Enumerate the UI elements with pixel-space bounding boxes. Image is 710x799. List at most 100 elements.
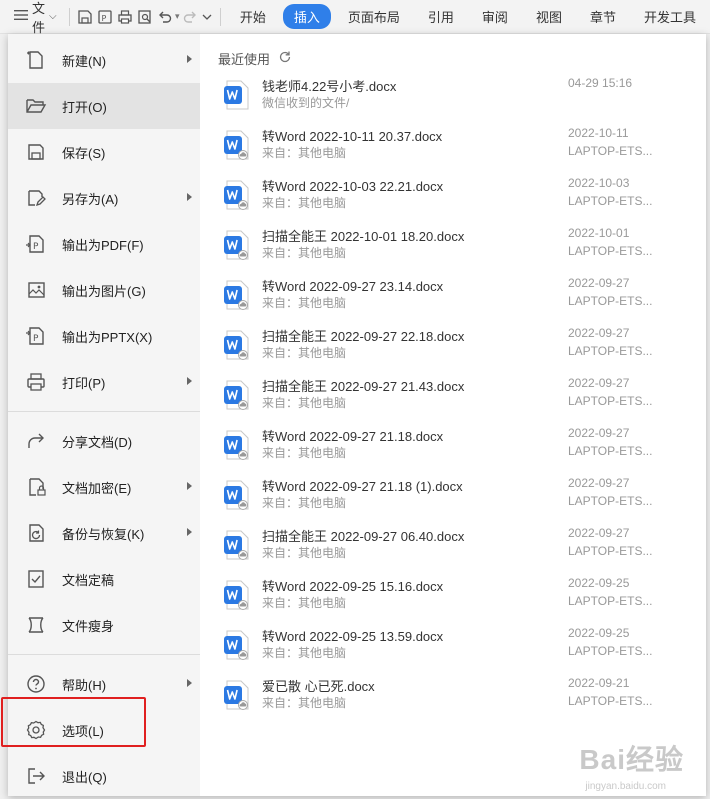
recent-file-row[interactable]: 扫描全能王 2022-10-01 18.20.docx 来自：其他电脑 2022… [218,222,706,272]
pdf-export-icon: P [24,232,48,256]
svg-text:P: P [33,242,39,252]
refresh-icon[interactable] [278,50,292,67]
file-menu-sidebar: 新建(N) 打开(O) 保存(S) 另存为(A) P 输出为PDF(F) 输出为图片(G) P… [1,34,200,799]
file-date: 2022-09-25 [568,576,630,590]
file-source: 来自：其他电脑 [262,246,347,260]
folder-open-icon [24,94,48,118]
sidebar-item-encrypt[interactable]: 文档加密(E) [8,464,200,510]
share-icon [24,429,48,453]
recent-file-row[interactable]: 扫描全能王 2022-09-27 06.40.docx 来自：其他电脑 2022… [218,522,706,572]
sidebar-item-new-file[interactable]: 新建(N) [8,37,200,83]
sidebar-item-pdf-export[interactable]: P 输出为PDF(F) [8,221,200,267]
recent-file-row[interactable]: 转Word 2022-09-27 23.14.docx 来自：其他电脑 2022… [218,272,706,322]
word-doc-icon [224,180,250,210]
new-file-icon [24,48,48,72]
file-source: 来自：其他电脑 [262,196,347,210]
watermark: Bai经验 [579,744,684,775]
more-dropdown-icon[interactable] [202,6,212,28]
file-source: 来自：其他电脑 [262,696,347,710]
file-name: 转Word 2022-09-27 23.14.docx [262,279,444,294]
recent-file-row[interactable]: 扫描全能王 2022-09-27 21.43.docx 来自：其他电脑 2022… [218,372,706,422]
finalize-icon [24,567,48,591]
pptx-export-icon: P [24,324,48,348]
recent-file-row[interactable]: 扫描全能王 2022-09-27 22.18.docx 来自：其他电脑 2022… [218,322,706,372]
sidebar-item-label: 另存为(A) [62,191,119,207]
file-device: LAPTOP-ETS... [568,494,653,508]
recent-file-row[interactable]: 转Word 2022-09-27 21.18.docx 来自：其他电脑 2022… [218,422,706,472]
sidebar-item-print[interactable]: 打印(P) [8,359,200,405]
undo-icon[interactable] [157,6,173,28]
sidebar-item-share[interactable]: 分享文档(D) [8,418,200,464]
file-menu-button[interactable]: 文件 ⌵ [8,1,63,35]
word-doc-icon [224,680,250,710]
sidebar-item-image-export[interactable]: 输出为图片(G) [8,267,200,313]
recent-file-row[interactable]: 转Word 2022-10-03 22.21.docx 来自：其他电脑 2022… [218,172,706,222]
sidebar-item-slim[interactable]: 文件瘦身 [8,602,200,648]
top-toolbar: 文件 ⌵ P ▾ 开始 插入 页面布局 引用 审阅 视图 章节 开发工具 [0,0,710,35]
tab-0[interactable]: 开始 [229,4,277,29]
recent-file-row[interactable]: 转Word 2022-09-25 13.59.docx 来自：其他电脑 2022… [218,622,706,672]
sidebar-item-label: 备份与恢复(K) [62,526,145,542]
word-doc-icon [224,280,250,310]
recent-file-row[interactable]: 钱老师4.22号小考.docx 微信收到的文件/ 04-29 15:16 [218,72,706,122]
file-name: 转Word 2022-10-03 22.21.docx [262,179,444,194]
tab-6[interactable]: 章节 [579,4,627,29]
pdf-icon[interactable]: P [97,6,113,28]
sidebar-item-gear[interactable]: 选项(L) [8,707,200,753]
redo-icon[interactable] [182,6,198,28]
word-doc-icon [224,580,250,610]
preview-icon[interactable] [137,6,153,28]
tab-5[interactable]: 视图 [525,4,573,29]
tab-4[interactable]: 审阅 [471,4,519,29]
sidebar-item-save[interactable]: 保存(S) [8,129,200,175]
recent-file-row[interactable]: 转Word 2022-09-27 21.18 (1).docx 来自：其他电脑 … [218,472,706,522]
file-backstage-panel: 新建(N) 打开(O) 保存(S) 另存为(A) P 输出为PDF(F) 输出为图片(G) P… [1,34,706,799]
sidebar-item-folder-open[interactable]: 打开(O) [8,83,200,129]
file-device: LAPTOP-ETS... [568,344,653,358]
sidebar-item-label: 帮助(H) [62,677,107,693]
recent-file-row[interactable]: 转Word 2022-10-11 20.37.docx 来自：其他电脑 2022… [218,122,706,172]
recent-file-row[interactable]: 转Word 2022-09-25 15.16.docx 来自：其他电脑 2022… [218,572,706,622]
sidebar-item-label: 文档加密(E) [62,480,132,496]
file-name: 转Word 2022-10-11 20.37.docx [262,129,443,144]
file-source: 来自：其他电脑 [262,146,347,160]
recent-file-row[interactable]: 爱已散 心已死.docx 来自：其他电脑 2022-09-21 LAPTOP-E… [218,672,706,722]
file-date: 2022-09-27 [568,376,630,390]
word-doc-icon [224,380,250,410]
image-export-icon [24,278,48,302]
tab-3[interactable]: 引用 [417,4,465,29]
sidebar-item-label: 分享文档(D) [62,434,133,450]
tab-7[interactable]: 开发工具 [633,4,707,29]
sidebar-item-save-as[interactable]: 另存为(A) [8,175,200,221]
sidebar-item-label: 打印(P) [62,375,106,391]
file-source: 来自：其他电脑 [262,546,347,560]
gear-icon [24,718,48,742]
file-name: 扫描全能王 2022-09-27 21.43.docx [262,379,465,394]
sidebar-item-finalize[interactable]: 文档定稿 [8,556,200,602]
recent-files-pane: 最近使用 钱老师4.22号小考.docx 微信收到的文件/ 04-29 15:1… [200,34,706,796]
file-source: 来自：其他电脑 [262,496,347,510]
sidebar-item-exit[interactable]: 退出(Q) [8,753,200,799]
recent-title: 最近使用 [218,51,271,67]
backup-icon [24,521,48,545]
file-device: LAPTOP-ETS... [568,144,653,158]
save-icon[interactable] [77,6,93,28]
tab-1[interactable]: 插入 [282,4,331,29]
sidebar-item-backup[interactable]: 备份与恢复(K) [8,510,200,556]
sidebar-item-help[interactable]: 帮助(H) [8,661,200,707]
undo-dropdown-icon[interactable]: ▾ [175,11,180,22]
sidebar-item-pptx-export[interactable]: P 输出为PPTX(X) [8,313,200,359]
word-doc-icon [224,530,250,560]
file-date: 2022-09-27 [568,326,630,340]
exit-icon [24,764,48,788]
chevron-right-icon [187,193,192,201]
chevron-right-icon [187,679,192,687]
file-date: 2022-09-25 [568,626,630,640]
file-device: LAPTOP-ETS... [568,444,653,458]
tab-2[interactable]: 页面布局 [337,4,411,29]
file-name: 转Word 2022-09-27 21.18 (1).docx [262,479,463,494]
print-icon [24,370,48,394]
print-icon[interactable] [117,6,133,28]
file-name: 转Word 2022-09-25 15.16.docx [262,579,444,594]
watermark-url: jingyan.baidu.com [585,781,666,792]
